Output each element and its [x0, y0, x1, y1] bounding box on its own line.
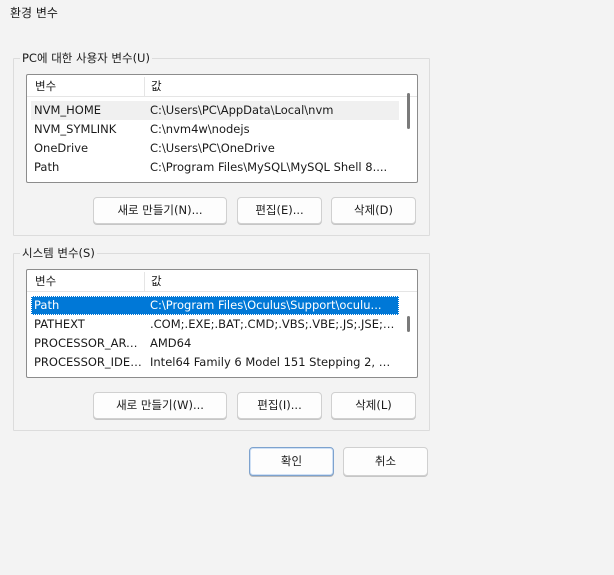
dialog-title: 환경 변수	[10, 6, 58, 20]
column-header-value[interactable]: 값	[145, 75, 415, 97]
variable-name: Path	[34, 160, 60, 174]
user-var-row[interactable]: Path C:\Program Files\MySQL\MySQL Shell …	[31, 158, 399, 177]
system-var-row[interactable]: PROCESSOR_IDEN... Intel64 Family 6 Model…	[31, 353, 399, 372]
system-variables-list[interactable]: 변수 값 Path C:\Program Files\Oculus\Suppor…	[26, 269, 418, 378]
system-list-scrollbar[interactable]	[407, 316, 410, 332]
system-variables-label: 시스템 변수(S)	[20, 245, 97, 261]
system-var-row[interactable]: PROCESSOR_ARC... AMD64	[31, 334, 399, 353]
user-var-row[interactable]: NVM_HOME C:\Users\PC\AppData\Local\nvm	[31, 101, 399, 120]
variable-value: AMD64	[150, 336, 192, 350]
variable-name: PATHEXT	[34, 317, 85, 331]
variable-value: C:\Program Files\MySQL\MySQL Shell 8....	[150, 160, 388, 174]
user-var-row[interactable]: OneDrive C:\Users\PC\OneDrive	[31, 139, 399, 158]
system-variables-header: 변수 값	[27, 270, 417, 292]
variable-name: PROCESSOR_ARC...	[34, 336, 144, 350]
column-header-variable[interactable]: 변수	[29, 270, 141, 292]
column-header-value[interactable]: 값	[145, 270, 415, 292]
environment-variables-dialog: 환경 변수 PC에 대한 사용자 변수(U) 변수 값 NVM_HOME C:\…	[0, 0, 614, 575]
variable-name: Path	[34, 298, 60, 312]
variable-name: NVM_HOME	[34, 103, 102, 117]
user-var-row[interactable]: NVM_SYMLINK C:\nvm4w\nodejs	[31, 120, 399, 139]
user-delete-button[interactable]: 삭제(D)	[331, 197, 416, 224]
variable-value: C:\Users\PC\AppData\Local\nvm	[150, 103, 334, 117]
variable-name: OneDrive	[34, 141, 89, 155]
cancel-button[interactable]: 취소	[343, 447, 428, 476]
system-var-row[interactable]: PATHEXT .COM;.EXE;.BAT;.CMD;.VBS;.VBE;.J…	[31, 315, 399, 334]
variable-name: NVM_SYMLINK	[34, 122, 117, 136]
system-var-row-selected[interactable]: Path C:\Program Files\Oculus\Support\ocu…	[31, 296, 399, 315]
user-variables-list[interactable]: 변수 값 NVM_HOME C:\Users\PC\AppData\Local\…	[26, 74, 418, 183]
variable-value: C:\Users\PC\OneDrive	[150, 141, 275, 155]
variable-value: Intel64 Family 6 Model 151 Stepping 2, G…	[150, 355, 396, 369]
variable-value: C:\nvm4w\nodejs	[150, 122, 250, 136]
user-edit-button[interactable]: 편집(E)...	[237, 197, 322, 224]
system-new-button[interactable]: 새로 만들기(W)...	[93, 392, 227, 419]
user-variables-header: 변수 값	[27, 75, 417, 97]
user-variables-label: PC에 대한 사용자 변수(U)	[20, 50, 152, 66]
column-header-variable[interactable]: 변수	[29, 75, 141, 97]
system-edit-button[interactable]: 편집(I)...	[237, 392, 322, 419]
system-delete-button[interactable]: 삭제(L)	[331, 392, 416, 419]
user-new-button[interactable]: 새로 만들기(N)...	[93, 197, 227, 224]
user-list-scrollbar[interactable]	[407, 93, 410, 129]
ok-button[interactable]: 확인	[249, 447, 334, 476]
variable-value: .COM;.EXE;.BAT;.CMD;.VBS;.VBE;.JS;.JSE;.…	[150, 317, 396, 331]
variable-name: PROCESSOR_IDEN...	[34, 355, 144, 369]
variable-value: C:\Program Files\Oculus\Support\oculu...	[150, 298, 382, 312]
